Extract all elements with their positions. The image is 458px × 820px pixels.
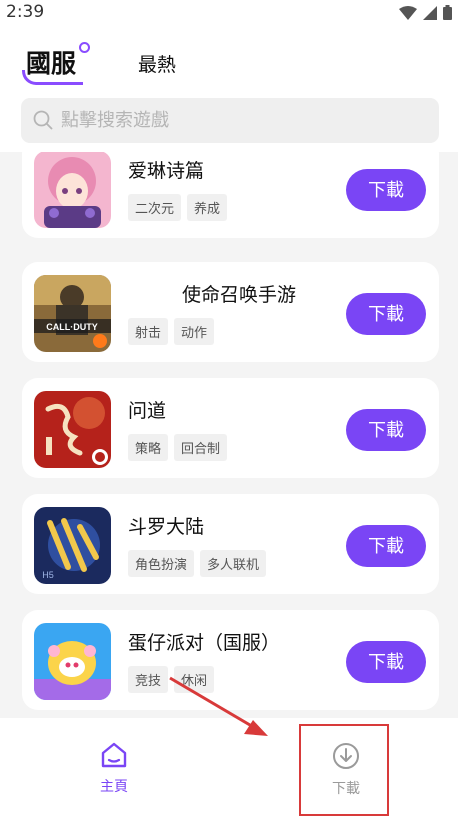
anime-girl-icon: [34, 152, 111, 228]
game-card[interactable]: 问道 策略 回合制 下載: [22, 378, 439, 478]
signal-icon: [423, 5, 437, 20]
download-button[interactable]: 下載: [346, 525, 426, 567]
game-tag: 竞技: [128, 666, 169, 693]
call-of-duty-icon: CALL·DUTY: [34, 275, 111, 352]
search-icon: [33, 110, 53, 130]
svg-text:CALL·DUTY: CALL·DUTY: [46, 322, 98, 332]
download-button[interactable]: 下載: [346, 641, 426, 683]
nav-home[interactable]: 主頁: [74, 742, 154, 796]
status-bar: 2:39: [0, 0, 458, 26]
game-tag: 休闲: [174, 666, 215, 693]
game-tags: 策略 回合制: [128, 434, 228, 461]
game-tag: 二次元: [128, 194, 182, 221]
search-input[interactable]: [61, 98, 421, 143]
svg-text:H5: H5: [42, 570, 54, 580]
game-tag: 射击: [128, 318, 169, 345]
eggy-party-icon: [34, 623, 111, 700]
download-button[interactable]: 下載: [346, 293, 426, 335]
tab-active-indicator: [22, 70, 83, 85]
status-icons: [399, 5, 452, 20]
header: 國服 最熱: [0, 26, 458, 152]
tab-active-dot: [79, 42, 90, 53]
game-tags: 竞技 休闲: [128, 666, 215, 693]
game-title: 斗罗大陆: [128, 516, 205, 538]
game-list[interactable]: 爱琳诗篇 二次元 养成 下載 CALL·DUTY 使命召唤手游 射击 动作 下載: [0, 152, 458, 718]
status-time: 2:39: [6, 2, 45, 22]
bottom-nav: 主頁 下載: [0, 718, 458, 820]
download-button[interactable]: 下載: [346, 409, 426, 451]
game-card[interactable]: 爱琳诗篇 二次元 养成 下載: [22, 152, 439, 238]
game-tag: 动作: [174, 318, 215, 345]
game-title: 爱琳诗篇: [128, 160, 205, 182]
wifi-icon: [399, 5, 417, 20]
game-tags: 射击 动作: [128, 318, 215, 345]
annotation-highlight-box: [299, 724, 389, 816]
download-button[interactable]: 下載: [346, 169, 426, 211]
tab-hottest[interactable]: 最熱: [138, 50, 176, 77]
game-tags: 角色扮演 多人联机: [128, 550, 267, 577]
game-tag: 策略: [128, 434, 169, 461]
game-title: 使命召唤手游: [182, 284, 297, 306]
game-tag: 多人联机: [200, 550, 267, 577]
game-tag: 养成: [187, 194, 228, 221]
nav-home-label: 主頁: [100, 779, 128, 795]
game-card[interactable]: CALL·DUTY 使命召唤手游 射击 动作 下載: [22, 262, 439, 362]
game-title: 蛋仔派对（国服）: [128, 632, 281, 654]
wendao-icon: [34, 391, 111, 468]
search-bar[interactable]: [21, 98, 439, 143]
game-card[interactable]: H5 斗罗大陆 角色扮演 多人联机 下載: [22, 494, 439, 594]
game-tag: 回合制: [174, 434, 228, 461]
game-card[interactable]: 蛋仔派对（国服） 竞技 休闲 下載: [22, 610, 439, 710]
game-title: 问道: [128, 400, 167, 422]
douluo-icon: H5: [34, 507, 111, 584]
battery-icon: [443, 5, 452, 20]
home-icon: [101, 742, 127, 768]
game-tags: 二次元 养成: [128, 194, 228, 221]
game-tag: 角色扮演: [128, 550, 195, 577]
